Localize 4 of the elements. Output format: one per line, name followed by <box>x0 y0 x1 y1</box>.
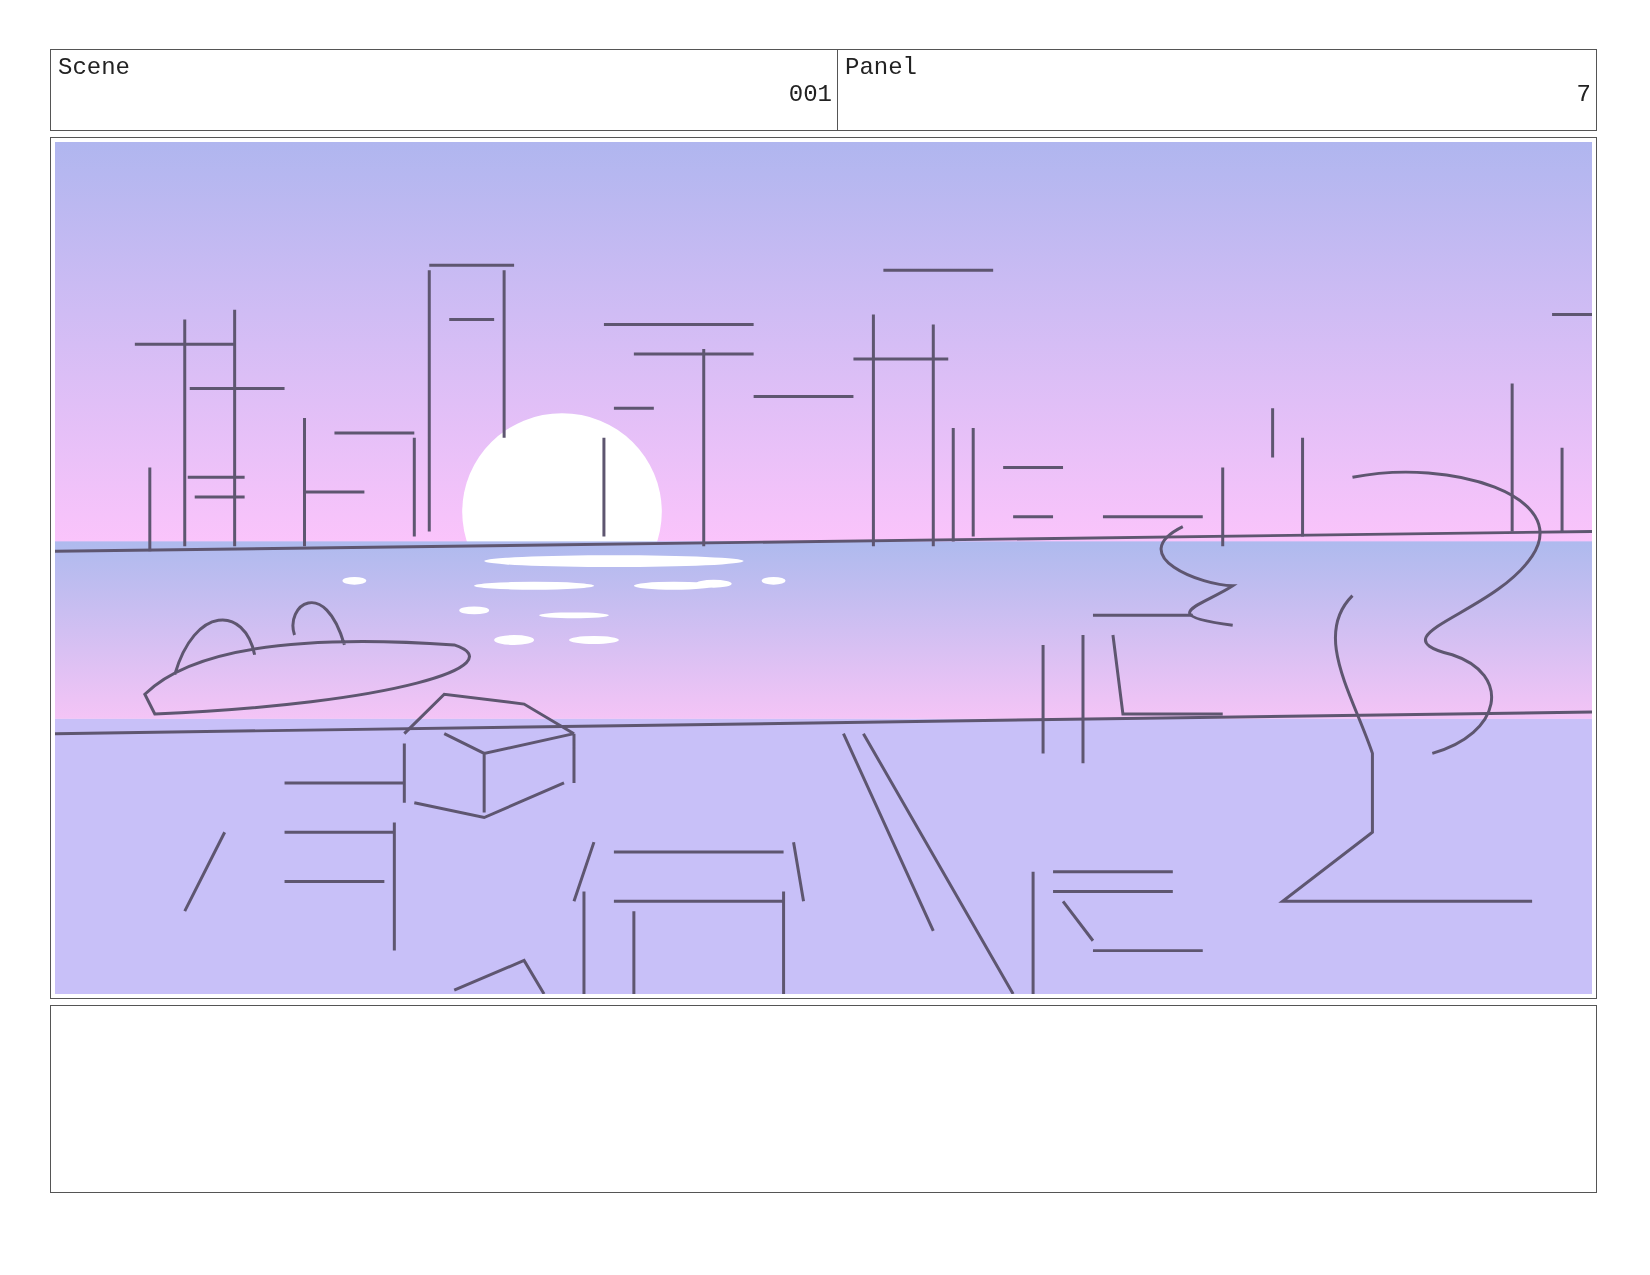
scene-number: 001 <box>788 81 832 108</box>
panel-number: 7 <box>1576 81 1591 108</box>
panel-label: Panel <box>845 54 917 81</box>
scene-label: Scene <box>58 54 130 81</box>
